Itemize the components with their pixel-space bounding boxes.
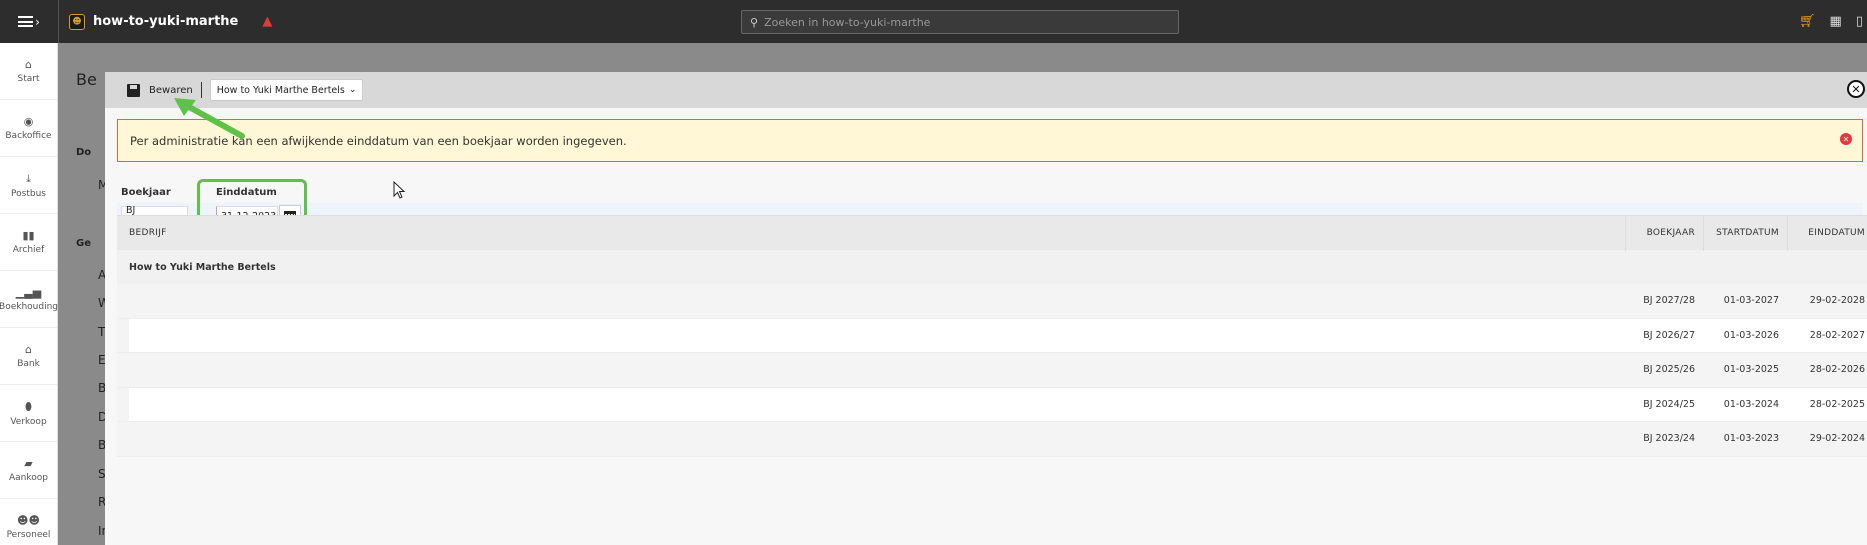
table-cell-end: 28-02-2025	[1809, 398, 1865, 410]
table-cell-year: BJ 2026/27	[1643, 329, 1695, 341]
bar-chart-icon: ▁▃▅	[15, 286, 42, 299]
table-cell-start: 01-03-2023	[1723, 433, 1779, 445]
table-row[interactable]: BJ 2025/26 01-03-2025 28-02-2026	[117, 353, 1867, 388]
table-row[interactable]: BJ 2024/25 01-03-2024 28-02-2025	[117, 387, 1867, 422]
table-cell-year: BJ 2024/25	[1643, 398, 1695, 410]
people-icon: ☻☻	[17, 514, 40, 527]
sidebar-item-archief[interactable]: ▮▮ Archief	[0, 214, 57, 271]
table-row[interactable]: BJ 2027/28 01-03-2027 29-02-2028	[117, 284, 1867, 319]
menu-toggle-button[interactable]: ›	[0, 0, 58, 43]
table-cell-start: 01-03-2026	[1723, 329, 1779, 341]
sidebar-item-label: Archief	[12, 245, 45, 255]
annotation-arrow-icon	[174, 98, 245, 139]
sidebar-item-personeel[interactable]: ☻☻ Personeel	[0, 499, 57, 545]
table-cell-start: 01-03-2024	[1723, 398, 1779, 410]
column-header-company[interactable]: BEDRIJF	[117, 228, 1625, 238]
table-cell-end: 28-02-2026	[1809, 364, 1865, 376]
table-body: BJ 2027/28 01-03-2027 29-02-2028 BJ 2026…	[117, 284, 1867, 457]
mouse-cursor-icon	[393, 181, 405, 199]
table-cell-year: BJ 2025/26	[1643, 364, 1695, 376]
sidebar-item-label: Start	[17, 74, 40, 84]
sidebar-item-label: Personeel	[6, 530, 51, 540]
company-group-row: How to Yuki Marthe Bertels	[117, 250, 1867, 284]
sidebar-item-label: Verkoop	[10, 416, 47, 427]
close-dialog-button[interactable]: ✕	[1847, 80, 1865, 98]
app-title[interactable]: how-to-yuki-marthe	[93, 14, 238, 29]
table-cell-company	[117, 284, 1625, 318]
table-cell-end: 29-02-2024	[1809, 433, 1865, 445]
table-cell-company	[117, 422, 1625, 456]
fiscal-year-dialog: Bewaren How to Yuki Marthe Bertels ⌄ ✕ P…	[105, 72, 1867, 545]
app-logo-icon: ☻	[69, 13, 85, 30]
sidebar-item-label: Postbus	[11, 188, 46, 199]
sales-icon: ⬮	[25, 399, 32, 413]
info-alert: Per administratie kan een afwijkende ein…	[117, 119, 1863, 162]
home-icon: ⌂	[25, 58, 32, 71]
chevron-right-icon: ›	[35, 14, 40, 29]
archive-icon: ▮▮	[22, 229, 35, 242]
column-header-end[interactable]: EINDDATUM	[1787, 215, 1867, 251]
close-icon: ✕	[1851, 82, 1861, 96]
fiscal-years-table: BEDRIJF BOEKJAAR STARTDATUM EINDDATUM Ho…	[117, 215, 1867, 457]
sidebar-item-backoffice[interactable]: ◉ Backoffice	[0, 100, 57, 157]
column-header-year[interactable]: BOEKJAAR	[1625, 215, 1703, 251]
dialog-toolbar: Bewaren How to Yuki Marthe Bertels ⌄ ✕	[105, 72, 1867, 108]
office-icon[interactable]: ▦	[1830, 14, 1842, 29]
truck-icon: ▰	[24, 457, 33, 470]
bank-icon: ⌂	[25, 343, 32, 356]
table-cell-end: 28-02-2027	[1809, 329, 1865, 341]
inbox-icon: ⤓	[26, 171, 31, 185]
chevron-down-icon: ⌄	[348, 85, 357, 95]
background-text: Ge	[76, 238, 91, 249]
sidebar-item-bank[interactable]: ⌂ Bank	[0, 328, 57, 385]
table-cell-year: BJ 2027/28	[1643, 295, 1695, 307]
cart-icon[interactable]: 🛒︎	[1799, 14, 1816, 29]
table-cell-year: BJ 2023/24	[1643, 433, 1695, 445]
table-header: BEDRIJF BOEKJAAR STARTDATUM EINDDATUM	[117, 215, 1867, 251]
search-box[interactable]: ⚲	[741, 10, 1179, 34]
sidebar-item-label: Boekhouding	[0, 302, 58, 312]
dismiss-alert-icon[interactable]: ✕	[1840, 133, 1852, 145]
top-bar: › ☻ how-to-yuki-marthe ▲ ⚲ 🛒︎ ▦ ▯	[0, 0, 1867, 43]
sidebar-item-boekhouding[interactable]: ▁▃▅ Boekhouding	[0, 271, 58, 328]
table-cell-company	[117, 387, 1625, 421]
backoffice-icon: ◉	[23, 115, 34, 128]
hamburger-icon	[18, 16, 34, 27]
sidebar-item-postbus[interactable]: ⤓ Postbus	[0, 157, 57, 214]
table-row[interactable]: BJ 2023/24 01-03-2023 29-02-2024	[117, 422, 1867, 457]
column-header-start[interactable]: STARTDATUM	[1703, 215, 1787, 251]
divider	[58, 0, 59, 43]
top-right-actions: 🛒︎ ▦ ▯	[1799, 0, 1867, 43]
bookmark-icon[interactable]: ▯	[1856, 14, 1863, 29]
table-cell-start: 01-03-2027	[1723, 295, 1779, 307]
table-row[interactable]: BJ 2026/27 01-03-2026 28-02-2027	[117, 318, 1867, 353]
save-icon	[127, 83, 140, 97]
sidebar-item-verkoop[interactable]: ⬮ Verkoop	[0, 385, 57, 442]
search-input[interactable]	[764, 15, 1165, 29]
sidebar-item-aankoop[interactable]: ▰ Aankoop	[0, 442, 57, 499]
sidebar-item-label: Aankoop	[9, 473, 48, 483]
search-icon: ⚲	[750, 15, 759, 29]
table-cell-start: 01-03-2025	[1723, 364, 1779, 376]
table-cell-company	[117, 353, 1625, 387]
sidebar-item-start[interactable]: ⌂ Start	[0, 43, 57, 100]
sidebar: ⌂ Start ◉ Backoffice ⤓ Postbus ▮▮ Archie…	[0, 43, 58, 545]
sidebar-item-label: Backoffice	[5, 131, 52, 141]
background-heading: Be	[76, 70, 97, 89]
boekjaar-label: Boekjaar	[121, 187, 171, 198]
table-cell-end: 29-02-2028	[1809, 295, 1865, 307]
warning-icon[interactable]: ▲	[262, 14, 272, 29]
table-cell-company	[117, 318, 1625, 352]
sidebar-item-label: Bank	[17, 359, 40, 369]
background-text: Do	[76, 147, 92, 158]
